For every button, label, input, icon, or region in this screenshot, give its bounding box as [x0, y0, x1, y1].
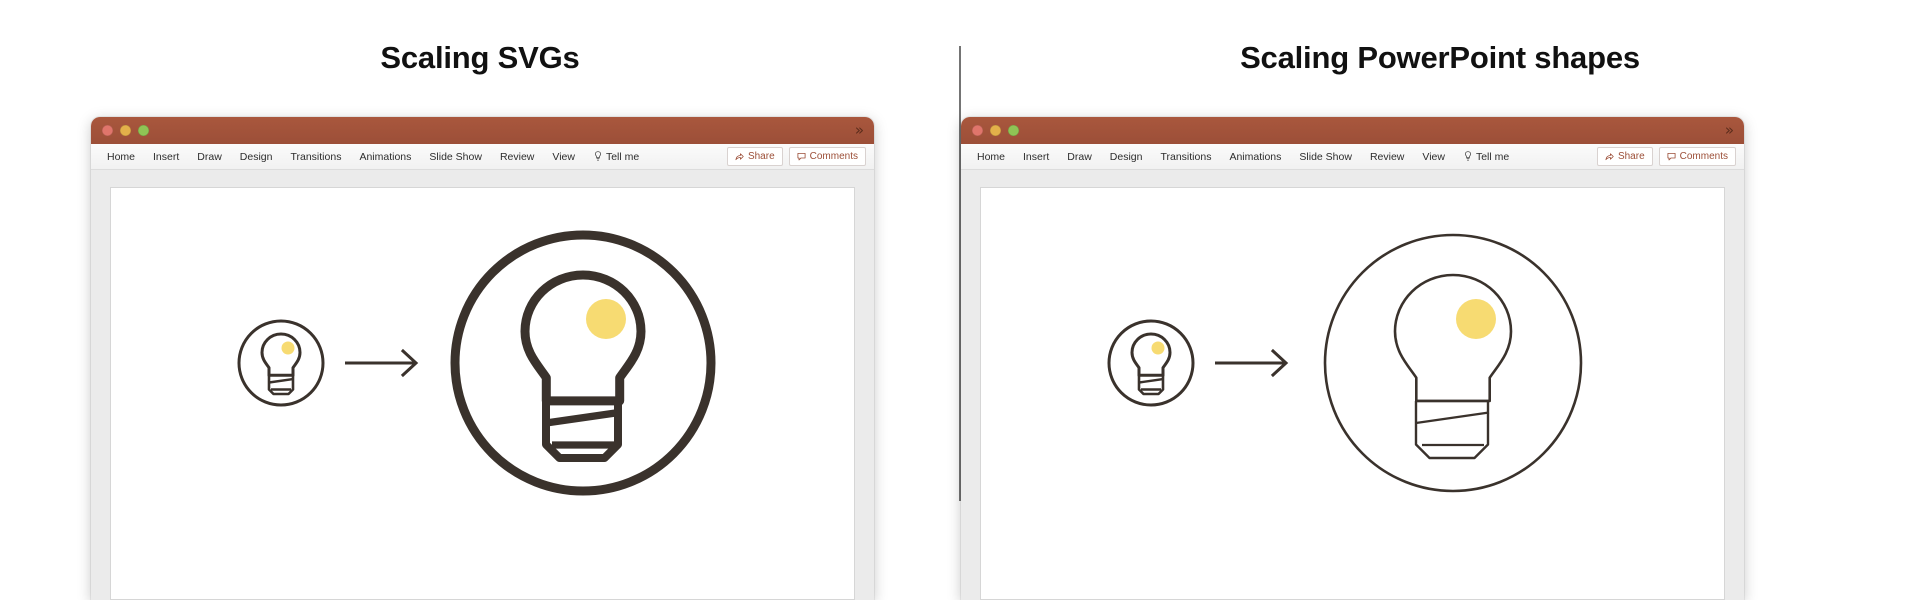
tab-review[interactable]: Review: [1361, 144, 1413, 170]
ribbon-actions: Share Comments: [1596, 147, 1736, 166]
arrow-right-icon: [1215, 348, 1289, 378]
minimize-button[interactable]: [990, 125, 1001, 136]
powerpoint-window-svg: » Home Insert Draw Design Transitions An…: [91, 117, 874, 600]
ribbon-tabs: Home Insert Draw Design Transitions Anim…: [91, 144, 874, 170]
comparison-figure: Scaling SVGs » Home Insert Draw Design T…: [0, 0, 1920, 600]
tab-draw[interactable]: Draw: [188, 144, 231, 170]
tab-animations[interactable]: Animations: [350, 144, 420, 170]
minimize-button[interactable]: [120, 125, 131, 136]
tab-insert[interactable]: Insert: [1014, 144, 1058, 170]
scaling-svg-illustration: [237, 230, 716, 496]
tab-design[interactable]: Design: [231, 144, 282, 170]
share-label: Share: [747, 151, 775, 162]
workspace: [961, 170, 1744, 600]
scaling-powerpoint-illustration: [1107, 233, 1583, 493]
workspace: [91, 170, 874, 600]
tab-slide-show[interactable]: Slide Show: [1290, 144, 1361, 170]
close-button[interactable]: [972, 125, 983, 136]
powerpoint-window-shapes: » Home Insert Draw Design Transitions An…: [961, 117, 1744, 600]
tell-me-label: Tell me: [1475, 150, 1510, 163]
chevron-double-right-icon[interactable]: »: [1725, 121, 1734, 139]
ribbon-actions: Share Comments: [726, 147, 866, 166]
window-titlebar: »: [961, 117, 1744, 144]
tab-view[interactable]: View: [1413, 144, 1454, 170]
share-icon: [1605, 153, 1614, 161]
tell-me-search[interactable]: Tell me: [1454, 144, 1518, 170]
maximize-button[interactable]: [1008, 125, 1019, 136]
slide-canvas-powerpoint[interactable]: [980, 187, 1725, 600]
tab-view[interactable]: View: [543, 144, 584, 170]
share-button[interactable]: Share: [1596, 147, 1653, 166]
tab-transitions[interactable]: Transitions: [1151, 144, 1220, 170]
tell-me-label: Tell me: [605, 150, 640, 163]
chevron-double-right-icon[interactable]: »: [855, 121, 864, 139]
share-button[interactable]: Share: [726, 147, 783, 166]
tab-animations[interactable]: Animations: [1220, 144, 1290, 170]
ribbon-tabs: Home Insert Draw Design Transitions Anim…: [961, 144, 1744, 170]
lightbulb-icon: [1464, 151, 1471, 161]
tab-draw[interactable]: Draw: [1058, 144, 1101, 170]
small-lightbulb-icon: [1107, 319, 1195, 407]
small-lightbulb-icon: [237, 319, 325, 407]
comments-label: Comments: [809, 151, 858, 162]
panel-title-svg: Scaling SVGs: [380, 40, 580, 75]
panel-scaling-svgs: Scaling SVGs » Home Insert Draw Design T…: [0, 0, 960, 600]
close-button[interactable]: [102, 125, 113, 136]
tab-slide-show[interactable]: Slide Show: [420, 144, 491, 170]
slide-graphics-svg: [111, 188, 854, 599]
comment-icon: [797, 152, 806, 161]
tab-home[interactable]: Home: [98, 144, 144, 170]
tell-me-search[interactable]: Tell me: [584, 144, 648, 170]
lightbulb-icon: [594, 151, 601, 161]
panel-title-powerpoint: Scaling PowerPoint shapes: [1240, 40, 1640, 75]
arrow-right-icon: [345, 348, 419, 378]
comments-button[interactable]: Comments: [788, 147, 866, 166]
slide-graphics-powerpoint: [981, 188, 1724, 599]
maximize-button[interactable]: [138, 125, 149, 136]
comments-label: Comments: [1679, 151, 1728, 162]
large-lightbulb-icon: [1323, 233, 1583, 493]
tab-review[interactable]: Review: [491, 144, 543, 170]
panel-scaling-powerpoint: Scaling PowerPoint shapes » Home Insert …: [960, 0, 1920, 600]
tab-transitions[interactable]: Transitions: [281, 144, 350, 170]
tab-home[interactable]: Home: [968, 144, 1014, 170]
share-icon: [735, 153, 744, 161]
comment-icon: [1667, 152, 1676, 161]
tab-design[interactable]: Design: [1101, 144, 1152, 170]
comments-button[interactable]: Comments: [1658, 147, 1736, 166]
large-lightbulb-icon: [450, 230, 716, 496]
window-titlebar: »: [91, 117, 874, 144]
tab-insert[interactable]: Insert: [144, 144, 188, 170]
share-label: Share: [1617, 151, 1645, 162]
slide-canvas-svg[interactable]: [110, 187, 855, 600]
